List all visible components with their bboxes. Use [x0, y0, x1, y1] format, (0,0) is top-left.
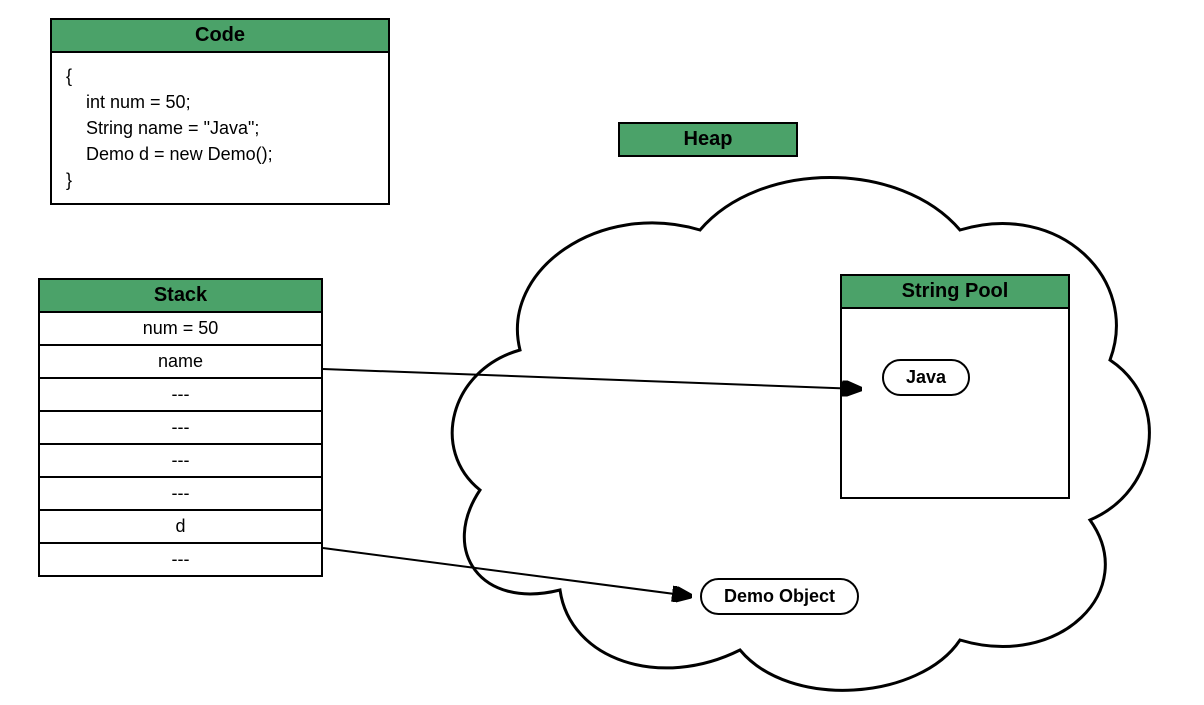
code-body: { int num = 50; String name = "Java"; De…	[50, 53, 390, 205]
stack-row: ---	[38, 412, 323, 445]
stack-row: d	[38, 511, 323, 544]
stack-row: num = 50	[38, 313, 323, 346]
code-title: Code	[50, 18, 390, 53]
stack-row: ---	[38, 478, 323, 511]
stack-row: ---	[38, 445, 323, 478]
stack-row: ---	[38, 544, 323, 577]
string-pool-box: String Pool Java	[840, 274, 1070, 499]
demo-object: Demo Object	[700, 578, 859, 615]
string-pool-title: String Pool	[840, 274, 1070, 309]
stack-row: name	[38, 346, 323, 379]
stack-title: Stack	[38, 278, 323, 313]
code-box: Code { int num = 50; String name = "Java…	[50, 18, 390, 205]
string-pool-body: Java	[840, 309, 1070, 499]
stack-box: Stack num = 50 name --- --- --- --- d --…	[38, 278, 323, 577]
stack-row: ---	[38, 379, 323, 412]
string-pool-value: Java	[882, 359, 970, 396]
